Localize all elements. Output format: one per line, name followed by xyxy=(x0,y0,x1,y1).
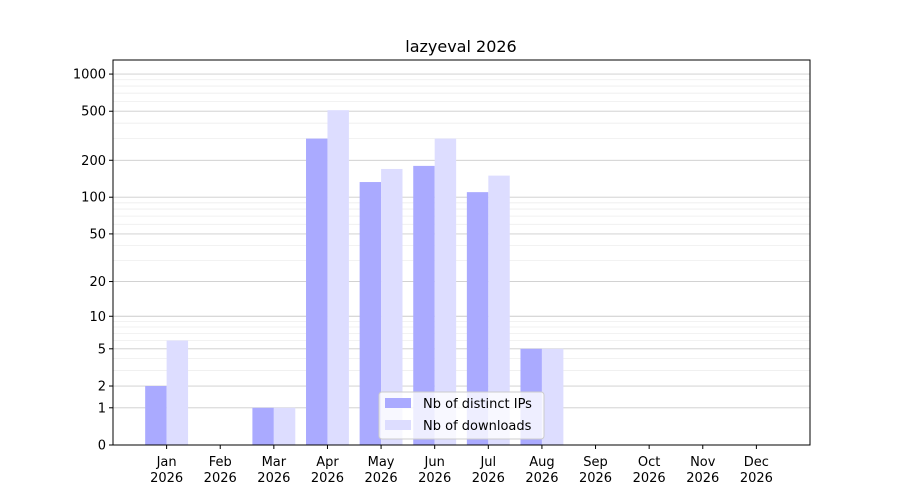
legend-label-distinct-ips: Nb of distinct IPs xyxy=(423,397,532,412)
y-tick-label: 5 xyxy=(98,342,106,357)
chart-canvas: lazyeval 2026 0 1 2 5 10 20 50 100 200 500 1000 Ja… xyxy=(73,37,811,486)
x-tick-label-month: Nov xyxy=(690,455,716,470)
y-tick-label: 10 xyxy=(89,310,106,325)
x-tick-label-year: 2026 xyxy=(311,471,344,486)
bar-downloads xyxy=(273,407,296,445)
grid-lines xyxy=(113,73,810,446)
x-tick-label-month: Jun xyxy=(424,455,445,470)
x-tick-label-month: Mar xyxy=(262,455,287,470)
x-tick-label-month: Jul xyxy=(479,455,496,470)
x-tick-label-year: 2026 xyxy=(633,471,666,486)
y-tick-label: 2 xyxy=(98,380,106,395)
y-tick-label: 20 xyxy=(89,275,106,290)
x-tick-label-month: Sep xyxy=(583,455,608,470)
legend-swatch-downloads xyxy=(385,420,411,430)
legend: Nb of distinct IPs Nb of downloads xyxy=(378,391,545,440)
x-tick-label-month: Oct xyxy=(638,455,660,470)
bar-downloads xyxy=(166,340,189,445)
x-tick-label-year: 2026 xyxy=(365,471,398,486)
x-tick-label-month: Feb xyxy=(209,455,232,470)
x-tick-label-year: 2026 xyxy=(257,471,290,486)
x-tick-label-year: 2026 xyxy=(472,471,505,486)
x-tick-label-year: 2026 xyxy=(150,471,183,486)
bar-distinct-ips xyxy=(145,386,167,445)
x-tick-label-year: 2026 xyxy=(418,471,451,486)
bar-downloads xyxy=(541,348,564,445)
y-tick-label: 0 xyxy=(98,439,106,454)
y-tick-label: 1 xyxy=(98,401,106,416)
y-tick-label: 100 xyxy=(81,191,106,206)
x-tick-label-year: 2026 xyxy=(525,471,558,486)
legend-swatch-distinct-ips xyxy=(385,398,411,408)
y-tick-label: 200 xyxy=(81,154,106,169)
x-tick-label-year: 2026 xyxy=(740,471,773,486)
x-tick-label-month: Aug xyxy=(529,455,554,470)
y-tick-label: 1000 xyxy=(73,68,106,83)
y-axis: 0 1 2 5 10 20 50 100 200 500 1000 xyxy=(73,68,113,454)
bar-distinct-ips xyxy=(252,407,274,445)
x-tick-label-month: May xyxy=(368,455,395,470)
x-axis: Jan2026Feb2026Mar2026Apr2026May2026Jun20… xyxy=(150,445,773,486)
chart: lazyeval 2026 0 1 2 5 10 20 50 100 200 500 1000 Ja… xyxy=(0,0,900,500)
x-tick-label-month: Jan xyxy=(156,455,177,470)
x-tick-label-month: Dec xyxy=(744,455,769,470)
y-tick-label: 500 xyxy=(81,105,106,120)
bar-distinct-ips xyxy=(359,182,382,445)
x-tick-label-year: 2026 xyxy=(686,471,719,486)
bar-distinct-ips xyxy=(306,138,328,445)
chart-title: lazyeval 2026 xyxy=(405,37,516,56)
y-tick-label: 50 xyxy=(89,227,106,242)
x-tick-label-year: 2026 xyxy=(204,471,237,486)
x-tick-label-month: Apr xyxy=(316,455,339,470)
x-tick-label-year: 2026 xyxy=(579,471,612,486)
plot-frame xyxy=(112,59,811,446)
legend-label-downloads: Nb of downloads xyxy=(423,419,532,434)
bar-downloads xyxy=(327,110,349,445)
